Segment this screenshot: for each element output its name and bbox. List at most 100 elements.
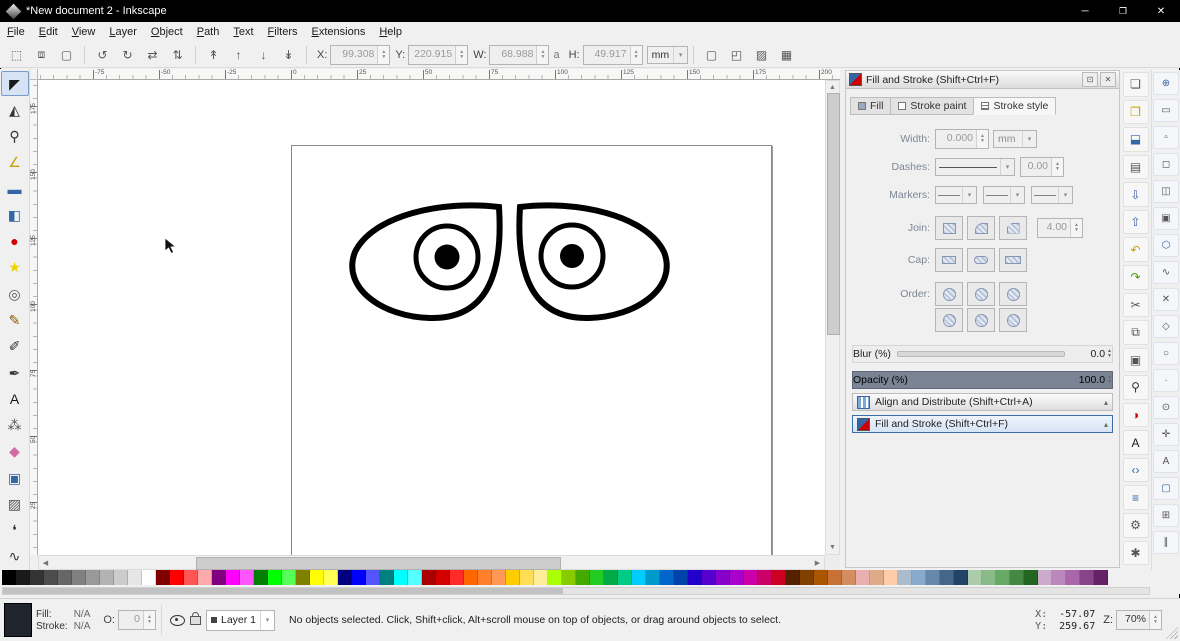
spin-arrows[interactable] bbox=[1107, 375, 1112, 385]
spin-arrows[interactable] bbox=[629, 45, 642, 64]
select-all-layers-button[interactable]: ⧈ bbox=[29, 43, 54, 67]
spin-arrows[interactable] bbox=[1107, 349, 1112, 359]
horizontal-scrollbar-thumb[interactable] bbox=[196, 557, 561, 570]
palette-swatch[interactable] bbox=[268, 570, 282, 585]
save-document-button[interactable]: ⬓ bbox=[1122, 127, 1149, 152]
vertical-scrollbar-thumb[interactable] bbox=[827, 93, 840, 335]
fill-stroke-bar[interactable]: Fill and Stroke (Shift+Ctrl+F) bbox=[852, 415, 1113, 433]
snap-bbox-edges-toggle[interactable]: ▫ bbox=[1153, 126, 1179, 149]
marker-dropdown-3[interactable] bbox=[1031, 186, 1073, 204]
palette-swatch[interactable] bbox=[618, 570, 632, 585]
cap-square-button[interactable] bbox=[999, 248, 1027, 272]
palette-swatch[interactable] bbox=[716, 570, 730, 585]
undo-button[interactable]: ↶ bbox=[1122, 237, 1149, 262]
palette-swatch[interactable] bbox=[142, 570, 156, 585]
palette-swatch[interactable] bbox=[1052, 570, 1066, 585]
palette-swatch[interactable] bbox=[1066, 570, 1080, 585]
palette-swatch[interactable] bbox=[758, 570, 772, 585]
join-miter-button[interactable] bbox=[935, 216, 963, 240]
menu-help[interactable]: Help bbox=[372, 23, 409, 41]
palette-swatch[interactable] bbox=[2, 570, 16, 585]
spin-arrows[interactable] bbox=[377, 45, 389, 64]
connector-tool[interactable]: ∿ bbox=[1, 544, 29, 569]
palette-swatch[interactable] bbox=[1010, 570, 1024, 585]
lower-to-bottom-button[interactable]: ↡ bbox=[276, 43, 301, 67]
palette-swatch[interactable] bbox=[576, 570, 590, 585]
pencil-tool[interactable]: ✎ bbox=[1, 307, 29, 332]
close-button[interactable] bbox=[1142, 0, 1180, 22]
paint-order-3-button[interactable] bbox=[999, 282, 1027, 306]
menu-edit[interactable]: Edit bbox=[32, 23, 65, 41]
eraser-tool[interactable]: ◆ bbox=[1, 439, 29, 464]
palette-swatch[interactable] bbox=[282, 570, 296, 585]
palette-swatch[interactable] bbox=[366, 570, 380, 585]
spin-arrows[interactable] bbox=[142, 611, 155, 629]
palette-swatch[interactable] bbox=[814, 570, 828, 585]
palette-swatch[interactable] bbox=[772, 570, 786, 585]
palette-swatch[interactable] bbox=[912, 570, 926, 585]
cap-round-button[interactable] bbox=[967, 248, 995, 272]
height-input[interactable]: 49.917 bbox=[582, 44, 643, 65]
snap-nodes-toggle[interactable]: ⬡ bbox=[1153, 234, 1179, 257]
vertical-scrollbar[interactable]: ▲ ▼ bbox=[825, 80, 840, 555]
tab-stroke-paint[interactable]: Stroke paint bbox=[890, 97, 974, 115]
palette-swatch[interactable] bbox=[548, 570, 562, 585]
palette-swatch[interactable] bbox=[240, 570, 254, 585]
palette-swatch[interactable] bbox=[58, 570, 72, 585]
snap-text-baseline-toggle[interactable]: A bbox=[1153, 450, 1179, 473]
snap-toggle[interactable]: ⊕ bbox=[1153, 72, 1179, 95]
flip-horizontal-button[interactable]: ⇄ bbox=[140, 43, 165, 67]
palette-scrollbar[interactable] bbox=[2, 587, 1150, 595]
marker-dropdown-1[interactable] bbox=[935, 186, 977, 204]
spin-arrows[interactable] bbox=[536, 45, 548, 64]
layer-visibility-icon[interactable] bbox=[169, 614, 185, 626]
palette-swatch[interactable] bbox=[1094, 570, 1108, 585]
palette-swatch[interactable] bbox=[310, 570, 324, 585]
cap-butt-button[interactable] bbox=[935, 248, 963, 272]
palette-swatch[interactable] bbox=[730, 570, 744, 585]
dock-button[interactable] bbox=[1082, 72, 1098, 87]
print-button[interactable]: ▤ bbox=[1122, 154, 1149, 180]
ellipse-tool[interactable]: ● bbox=[1, 229, 29, 254]
spiral-tool[interactable]: ◎ bbox=[1, 281, 29, 306]
palette-swatch[interactable] bbox=[1080, 570, 1094, 585]
palette-swatch[interactable] bbox=[492, 570, 506, 585]
palette-swatch[interactable] bbox=[128, 570, 142, 585]
cut-button[interactable]: ✂ bbox=[1122, 292, 1149, 318]
palette-swatch[interactable] bbox=[1024, 570, 1038, 585]
align-dialog-button[interactable]: ≡ bbox=[1122, 485, 1149, 510]
new-document-button[interactable]: ❏ bbox=[1122, 72, 1149, 97]
menu-path[interactable]: Path bbox=[190, 23, 227, 41]
palette-swatch[interactable] bbox=[184, 570, 198, 585]
text-tool[interactable]: A bbox=[1, 386, 29, 411]
selector-tool[interactable]: ◤ bbox=[0, 71, 29, 97]
paint-order-5-button[interactable] bbox=[967, 308, 995, 332]
palette-swatch[interactable] bbox=[520, 570, 534, 585]
paint-order-4-button[interactable] bbox=[935, 308, 963, 332]
paint-bucket-tool[interactable]: ▣ bbox=[1, 465, 29, 490]
snap-object-centers-toggle[interactable]: ⊙ bbox=[1153, 396, 1179, 419]
join-bevel-button[interactable] bbox=[999, 216, 1027, 240]
palette-swatch[interactable] bbox=[338, 570, 352, 585]
snap-bbox-corners-toggle[interactable]: ◻ bbox=[1153, 153, 1179, 176]
scale-corners-toggle[interactable]: ◰ bbox=[724, 43, 749, 67]
resize-grip[interactable] bbox=[1166, 627, 1178, 639]
box3d-tool[interactable]: ◧ bbox=[1, 202, 29, 227]
palette-swatch[interactable] bbox=[352, 570, 366, 585]
move-patterns-toggle[interactable]: ▦ bbox=[774, 43, 799, 67]
spin-arrows[interactable] bbox=[455, 45, 467, 64]
menu-object[interactable]: Object bbox=[144, 23, 190, 41]
redo-button[interactable]: ↷ bbox=[1122, 264, 1149, 290]
snap-line-midpoints-toggle[interactable]: ∙ bbox=[1153, 369, 1179, 392]
palette-swatch[interactable] bbox=[842, 570, 856, 585]
blur-slider[interactable] bbox=[896, 351, 1066, 357]
palette-swatch[interactable] bbox=[170, 570, 184, 585]
raise-to-top-button[interactable]: ↟ bbox=[201, 43, 226, 67]
palette-swatch[interactable] bbox=[380, 570, 394, 585]
spin-arrows[interactable] bbox=[1070, 219, 1082, 237]
menu-text[interactable]: Text bbox=[226, 23, 260, 41]
palette-swatch[interactable] bbox=[394, 570, 408, 585]
maximize-button[interactable] bbox=[1104, 0, 1142, 22]
rotate-ccw-button[interactable]: ↺ bbox=[90, 43, 115, 67]
layer-selector[interactable]: Layer 1 ▾ bbox=[205, 609, 276, 631]
